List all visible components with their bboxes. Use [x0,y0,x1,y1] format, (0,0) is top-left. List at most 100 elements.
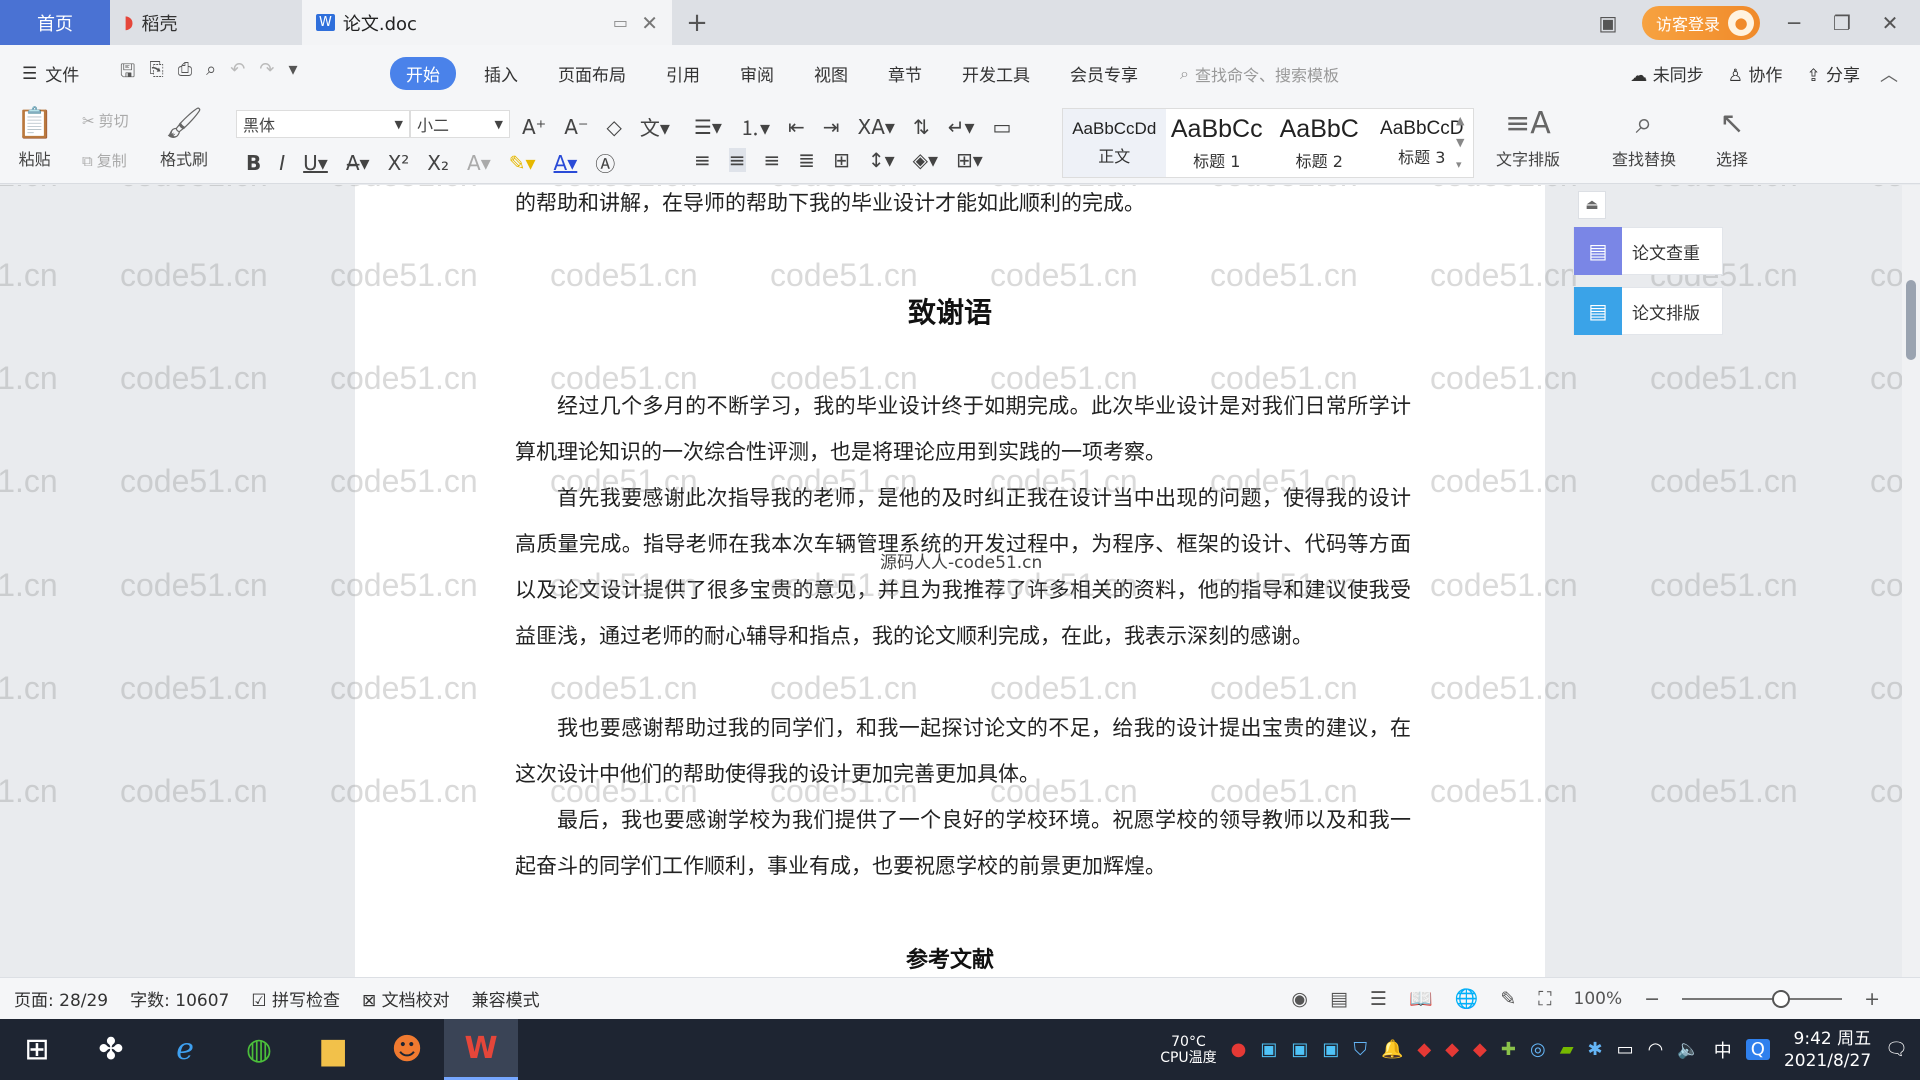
fit-page-icon[interactable]: ⛶ [1538,988,1551,1010]
bell-icon[interactable]: 🔔 [1381,1039,1403,1060]
tray-app-icon[interactable]: ◆ [1473,1039,1487,1060]
style-heading-2[interactable]: AaBbC 标题 2 [1268,109,1371,177]
wps-writer-icon[interactable]: W [444,1019,518,1080]
print-preview-icon[interactable]: ⌕ [206,59,216,89]
qq-icon[interactable]: Q [1745,1039,1770,1060]
proofread-button[interactable]: ⊠ 文档校对 [362,986,450,1011]
cut-button[interactable]: ✂ 剪切 [82,110,129,131]
close-window-icon[interactable]: ✕ [1876,11,1904,35]
page-counter[interactable]: 页面: 28/29 [14,986,108,1011]
zoom-value[interactable]: 100% [1574,989,1623,1009]
thesis-layout-button[interactable]: ▤ 论文排版 [1573,287,1723,335]
outline-view-icon[interactable]: ☰ [1370,988,1387,1010]
clear-format-icon[interactable]: ◇ [607,115,622,139]
format-painter-button[interactable]: 🖌 格式刷 [160,106,208,170]
eye-protection-icon[interactable]: ◉ [1291,988,1308,1010]
grow-font-icon[interactable]: A⁺ [522,115,546,139]
zoom-slider[interactable] [1682,989,1843,1008]
collapse-ribbon-icon[interactable]: ︿ [1880,61,1898,87]
menu-home[interactable]: 开始 [390,57,456,90]
volume-icon[interactable]: 🔈 [1677,1039,1699,1060]
strikethrough-icon[interactable]: A̶▾ [346,151,370,175]
reading-view-icon[interactable]: 📖 [1409,987,1433,1010]
increase-indent-icon[interactable]: ⇥ [823,115,840,139]
bold-icon[interactable]: B [246,151,261,175]
vertical-scrollbar[interactable] [1902,185,1920,977]
chinese-layout-icon[interactable]: ⅩA▾ [858,115,895,139]
char-border-icon[interactable]: Ⓐ [595,148,615,177]
font-color-icon[interactable]: A▾ [554,151,578,175]
nvidia-icon[interactable]: ▰ [1560,1039,1574,1060]
superscript-icon[interactable]: X² [388,151,410,175]
font-name-select[interactable]: 黑体 ▼ [236,110,410,138]
tab-document[interactable]: W 论文.doc ▭ ✕ [302,0,672,45]
monitor-icon[interactable]: ▭ [613,13,628,32]
tray-app-icon[interactable]: ◆ [1445,1039,1459,1060]
tab-ruler-icon[interactable]: ▭ [993,115,1012,139]
notification-icon[interactable]: 🗨 [1885,1039,1908,1060]
write-mode-icon[interactable]: ✎ [1500,988,1516,1010]
numbered-list-icon[interactable]: ⒈▾ [740,112,770,141]
file-menu[interactable]: ☰ 文件 [0,61,110,87]
bluetooth-icon[interactable]: ✱ [1588,1039,1603,1060]
share-button[interactable]: ⇪ 分享 [1806,61,1860,86]
scrollbar-thumb[interactable] [1906,280,1916,360]
font-size-select[interactable]: 小二 ▼ [410,110,510,138]
windows-start-icon[interactable]: ⊞ [0,1019,74,1080]
subscript-icon[interactable]: X₂ [427,151,449,175]
tray-app-icon[interactable]: ◆ [1417,1039,1431,1060]
customize-dropdown-icon[interactable]: ▾ [288,59,297,89]
borders-icon[interactable]: ⊞▾ [956,148,983,172]
show-marks-icon[interactable]: ↵▾ [948,115,975,139]
command-search[interactable]: ⌕ 查找命令、搜索模板 [1180,62,1339,86]
menu-chapter[interactable]: 章节 [868,61,942,86]
clock[interactable]: 9:42 周五 2021/8/27 [1784,1028,1871,1072]
style-heading-1[interactable]: AaBbCc 标题 1 [1166,109,1269,177]
wifi-icon[interactable]: ◠ [1648,1039,1664,1060]
export-icon[interactable]: ⎘ [149,59,163,89]
layout-toggle-icon[interactable]: ▣ [1594,11,1622,35]
menu-developer[interactable]: 开发工具 [942,61,1050,86]
document-area[interactable]: 的帮助和讲解，在导师的帮助下我的毕业设计才能如此顺利的完成。 致谢语 经过几个多… [0,185,1920,977]
collab-button[interactable]: ♙ 协作 [1728,61,1783,86]
print-icon[interactable]: ⎙ [178,59,192,89]
document-page[interactable]: 的帮助和讲解，在导师的帮助下我的毕业设计才能如此顺利的完成。 致谢语 经过几个多… [355,185,1545,977]
web-view-icon[interactable]: 🌐 [1455,987,1479,1010]
menu-insert[interactable]: 插入 [464,61,538,86]
sync-button[interactable]: ☁ 未同步 [1630,61,1703,86]
battery-icon[interactable]: ▭ [1617,1039,1634,1060]
undo-icon[interactable]: ↶ [230,59,245,89]
thesis-check-button[interactable]: ▤ 论文查重 [1573,227,1723,275]
guest-login-button[interactable]: 访客登录 ● [1641,5,1760,40]
decrease-indent-icon[interactable]: ⇤ [788,115,805,139]
close-tab-icon[interactable]: ✕ [641,11,658,35]
file-explorer-icon[interactable]: ▆ [296,1019,370,1080]
browser-icon[interactable]: ◍ [222,1019,296,1080]
menu-references[interactable]: 引用 [646,61,720,86]
highlight-icon[interactable]: ✎▾ [509,151,536,175]
internet-explorer-icon[interactable]: ℯ [148,1019,222,1080]
copy-button[interactable]: ⧉ 复制 [82,150,127,171]
minimize-icon[interactable]: ─ [1780,11,1808,35]
tray-app-icon[interactable]: ▣ [1291,1039,1308,1060]
italic-icon[interactable]: I [279,151,285,175]
tray-app-icon[interactable]: ◎ [1530,1039,1546,1060]
align-center-icon[interactable]: ≡ [728,148,746,172]
shading-icon[interactable]: ◈▾ [913,148,938,172]
menu-view[interactable]: 视图 [794,61,868,86]
distribute-icon[interactable]: ⊞ [833,148,850,172]
save-icon[interactable]: 🖫 [120,59,135,89]
tray-app-icon[interactable]: ✚ [1501,1039,1516,1060]
panel-collapse-icon[interactable]: ⏏ [1578,191,1606,219]
pinwheel-app-icon[interactable]: ✤ [74,1019,148,1080]
menu-review[interactable]: 审阅 [720,61,794,86]
justify-icon[interactable]: ≣ [798,148,815,172]
shield-icon[interactable]: ⛉ [1353,1039,1367,1060]
media-app-icon[interactable]: ☻ [370,1019,444,1080]
phonetic-icon[interactable]: 文▾ [640,112,670,141]
zoom-in-icon[interactable]: + [1864,988,1880,1010]
tray-app-icon[interactable]: ● [1231,1039,1247,1060]
select-button[interactable]: ↖ 选择 [1716,106,1748,170]
underline-icon[interactable]: U▾ [303,151,328,175]
bullet-list-icon[interactable]: ☰▾ [694,115,722,139]
